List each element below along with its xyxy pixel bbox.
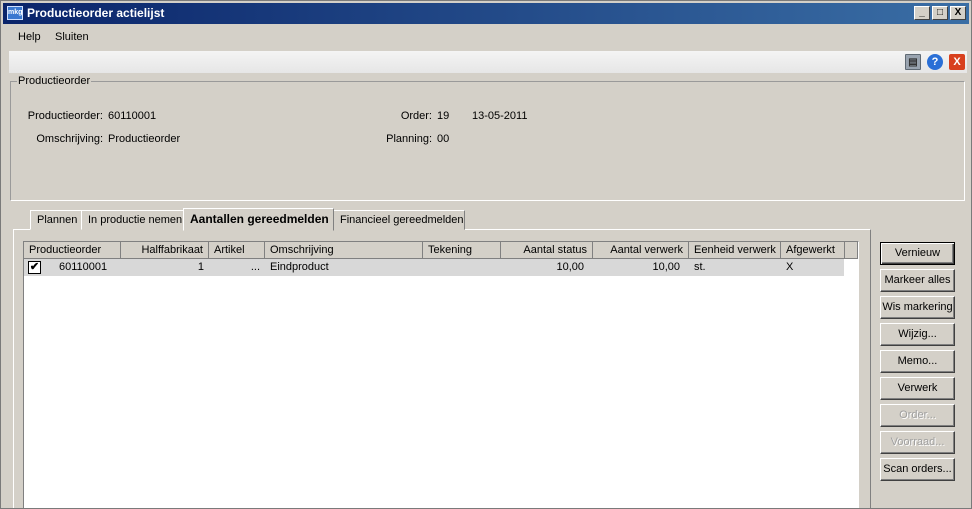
wijzig-button[interactable]: Wijzig... [880,323,955,346]
cell-artikel: ... [250,261,260,273]
memo-button[interactable]: Memo... [880,350,955,373]
productieorder-value: 60110001 [108,110,157,122]
productieorder-label: Productieorder: [27,110,103,122]
close-window-button[interactable]: X [950,6,966,20]
col-artikel[interactable]: Artikel [209,242,265,259]
tab-financieel-gereedmelden[interactable]: Financieel gereedmelden [333,210,465,230]
tab-plannen[interactable]: Plannen [30,210,82,230]
table-header: Productieorder Halffabrikaat Artikel Oms… [24,242,858,259]
omschrijving-value: Productieorder [108,133,181,145]
markeer-alles-button[interactable]: Markeer alles [880,269,955,292]
printer-icon[interactable]: ▤ [905,54,921,70]
order-label: Order: [400,110,432,122]
maximize-button[interactable]: □ [932,6,948,20]
omschrijving-label: Omschrijving: [36,133,103,145]
wis-markering-button[interactable]: Wis markering [880,296,955,319]
menu-help[interactable]: Help [18,31,41,43]
group-legend: Productieorder [17,75,92,87]
col-afgewerkt[interactable]: Afgewerkt [781,242,845,259]
menu-sluiten[interactable]: Sluiten [55,31,89,43]
productieorder-group: Productieorder Productieorder: 60110001 … [10,75,965,201]
title-bar: mkg Productieorder actielijst _ □ X [3,3,969,24]
window-title: Productieorder actielijst [27,6,165,20]
order-value: 19 [437,110,450,122]
cell-aantal-status: 10,00 [556,261,584,273]
table-row[interactable]: ✔ 60110001 1 ... Eindproduct 10,00 10,00… [24,259,844,276]
scan-orders-button[interactable]: Scan orders... [880,458,955,481]
col-productieorder[interactable]: Productieorder [24,242,121,259]
cell-halffabrikaat: 1 [197,261,204,273]
menu-bar: Help Sluiten [3,27,969,47]
order-table: Productieorder Halffabrikaat Artikel Oms… [23,241,859,508]
help-icon[interactable]: ? [927,54,943,70]
planning-value: 00 [437,133,450,145]
order-button[interactable]: Order... [880,404,955,427]
header-filler [845,242,858,259]
cell-eenheid-verwerk: st. [694,261,706,273]
app-icon: mkg [7,6,23,20]
cell-aantal-verwerk: 10,00 [652,261,680,273]
col-aantal-verwerk[interactable]: Aantal verwerk [593,242,689,259]
planning-label: Planning: [386,133,432,145]
col-eenheid-verwerk[interactable]: Eenheid verwerk [689,242,781,259]
row-filler [844,259,858,276]
row-checkbox[interactable]: ✔ [28,261,41,274]
voorraad-button[interactable]: Voorraad... [880,431,955,454]
col-tekening[interactable]: Tekening [423,242,501,259]
close-icon[interactable]: X [949,54,965,70]
verwerk-button[interactable]: Verwerk [880,377,955,400]
toolbar: ▤ ? X [9,51,967,73]
vernieuw-button[interactable]: Vernieuw [880,242,955,265]
minimize-button[interactable]: _ [914,6,930,20]
order-date: 13-05-2011 [472,110,528,122]
cell-omschrijving: Eindproduct [270,261,329,273]
cell-productieorder: 60110001 [59,261,108,273]
tab-aantallen-gereedmelden[interactable]: Aantallen gereedmelden [183,208,334,231]
tab-strip: Plannen In productie nemen Aantallen ger… [17,208,877,231]
main-window: mkg Productieorder actielijst _ □ X Help… [0,0,972,509]
col-omschrijving[interactable]: Omschrijving [265,242,423,259]
col-halffabrikaat[interactable]: Halffabrikaat [121,242,209,259]
col-aantal-status[interactable]: Aantal status [501,242,593,259]
cell-afgewerkt: X [786,261,794,273]
tab-in-productie-nemen[interactable]: In productie nemen [81,210,185,230]
